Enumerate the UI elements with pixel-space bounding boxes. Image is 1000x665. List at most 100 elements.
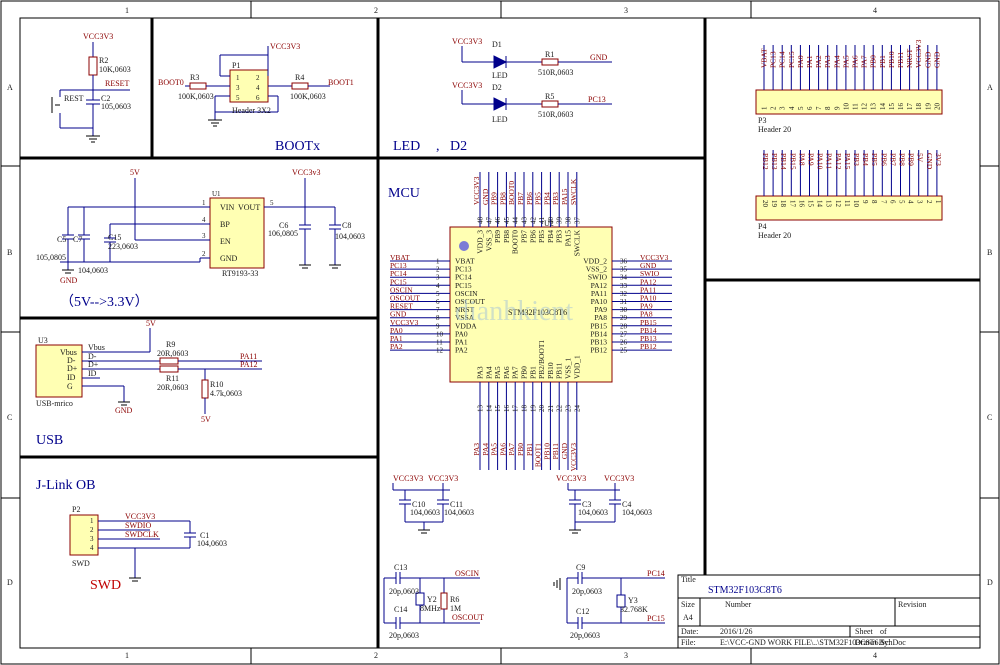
- mcu-net-label: PA7: [507, 443, 516, 456]
- mcu-net-label: VCC3V3: [569, 443, 578, 472]
- mcu-net-label: GND: [481, 188, 490, 205]
- header-net-label: PC15: [787, 51, 796, 68]
- header-net-label: VCC3V3: [914, 39, 923, 68]
- header-net-label: PB5: [870, 153, 879, 166]
- c9-designator: C9: [576, 563, 585, 572]
- p2-pin: 3: [90, 535, 94, 543]
- section-title-usb: USB: [36, 433, 63, 448]
- mcu-pin-number: 14: [485, 405, 493, 413]
- header-pin-number: 15: [807, 200, 815, 208]
- schematic-sheet: 1 2 3 4 1 2 3 4 A B C D A B C D BOOTx LE…: [0, 0, 1000, 665]
- c7-value: 104,0603: [78, 266, 108, 275]
- mcu-net-label: BOOT0: [507, 181, 516, 205]
- y3-value: 32.768K: [620, 605, 648, 614]
- header-pin-number: 16: [797, 200, 805, 208]
- title-value: STM32F103C8T6: [708, 585, 782, 596]
- drawn-by-label: Drawn By:: [855, 638, 890, 647]
- col-label: 1: [125, 651, 129, 660]
- u1-part: RT9193-33: [222, 269, 258, 278]
- header-pin-number: 20: [761, 200, 769, 208]
- row-label: A: [7, 83, 13, 92]
- mcu-pin-number: 35: [620, 266, 628, 274]
- mcu-pin-number: 19: [529, 405, 537, 413]
- c12-designator: C12: [576, 607, 589, 616]
- mcu-net-label: PB10: [542, 443, 551, 460]
- c3-value: 104,0603: [578, 508, 608, 517]
- row-label: D: [7, 578, 13, 587]
- c13-value: 20p,0603: [389, 587, 419, 596]
- header-pin-number: 6: [806, 106, 814, 110]
- mcu-pin-number: 26: [620, 339, 628, 347]
- r4-designator: R4: [295, 73, 304, 82]
- mcu-pin-name: VDD_3: [476, 230, 485, 254]
- r9-value: 20R,0603: [157, 349, 188, 358]
- mcu-net-label: PB7: [516, 192, 525, 205]
- mcu-pin-number: 42: [529, 217, 537, 225]
- mcu-pin-name: PB10: [546, 362, 555, 379]
- mcu-pin-number: 15: [494, 405, 502, 413]
- r10-designator: R10: [210, 380, 223, 389]
- mcu-pin-name: PB3: [555, 230, 564, 243]
- p2-pin: 4: [90, 544, 94, 552]
- mcu-net-label: PB8: [498, 192, 507, 205]
- usb-5v-net: 5V: [146, 319, 156, 328]
- header-net-label: PB10: [887, 51, 896, 68]
- header-pin-number: 19: [770, 200, 778, 208]
- mcu-pin-number: 25: [620, 347, 628, 355]
- mcu-pin-name: PB1: [528, 366, 537, 379]
- header-net-label: VBAT: [760, 48, 769, 68]
- u1-pin-en: EN: [220, 237, 231, 246]
- u1-pin-gnd: GND: [220, 254, 238, 263]
- u1-pin-num: 2: [202, 250, 206, 258]
- header-pin-number: 4: [788, 106, 796, 110]
- osc-pc14-net: PC14: [647, 569, 665, 578]
- row-label: C: [7, 413, 12, 422]
- mcu-pin-number: 38: [565, 217, 573, 225]
- decoup-vcc-net: VCC3V3: [393, 474, 423, 483]
- header-net-label: PB4: [861, 153, 870, 166]
- c8-value: 104,0603: [335, 232, 365, 241]
- mcu-pin-number: 3: [436, 274, 440, 282]
- usb-part: USB-mrico: [36, 399, 73, 408]
- osc-oscout-net: OSCOUT: [452, 613, 484, 622]
- col-label: 4: [873, 651, 877, 660]
- r2-value: 10K,0603: [99, 65, 131, 74]
- header-pin-number: 5: [898, 200, 906, 204]
- mcu-pin-number: 46: [494, 217, 502, 225]
- usb-pin-dp: D+: [67, 364, 78, 373]
- mcu-pin-number: 1: [436, 258, 440, 266]
- mcu-pin-number: 16: [503, 405, 511, 413]
- section-title-jlink: J-Link OB: [36, 478, 96, 493]
- header-pin-number: 16: [897, 103, 905, 111]
- mcu-pin-number: 7: [436, 306, 440, 314]
- reset-vcc-net: VCC3V3: [83, 32, 113, 41]
- mcu-pin-name: PA4: [484, 366, 493, 379]
- c14-value: 20p,0603: [389, 631, 419, 640]
- mcu-net-label: PB9: [490, 192, 499, 205]
- header-net-label: PA7: [860, 55, 869, 68]
- p4-part: Header 20: [758, 231, 791, 240]
- r3-designator: R3: [190, 73, 199, 82]
- header-pin-number: 4: [907, 200, 915, 204]
- header-pin-number: 11: [852, 103, 860, 110]
- p1-pin: 2: [256, 74, 260, 82]
- swd-swdclk-net: SWDCLK: [125, 530, 159, 539]
- mcu-pin-name: PB8: [502, 230, 511, 243]
- header-pin-number: 1: [934, 200, 942, 204]
- title-label: Title: [681, 575, 696, 584]
- usb-net-vbus: Vbus: [88, 343, 105, 352]
- r1-value: 510R,0603: [538, 68, 573, 77]
- header-net-label: PA0: [796, 55, 805, 68]
- mcu-net-label: PB5: [534, 192, 543, 205]
- mcu-pin-number: 12: [436, 347, 444, 355]
- p3-part: Header 20: [758, 125, 791, 134]
- mcu-pin-number: 48: [477, 217, 485, 225]
- header-net-label: PA12: [834, 153, 843, 170]
- reset-circuit: [51, 42, 130, 143]
- mcu-pin-number: 20: [538, 405, 546, 413]
- header-pin-number: 7: [815, 106, 823, 110]
- r10-value: 4.7k,0603: [210, 389, 242, 398]
- header-net-label: GND: [923, 51, 932, 68]
- usb-pa12-net: PA12: [240, 360, 258, 369]
- mcu-pin-number: 13: [477, 405, 485, 413]
